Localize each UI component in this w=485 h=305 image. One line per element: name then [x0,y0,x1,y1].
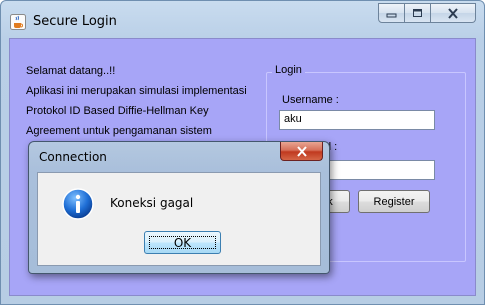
connection-dialog: Connection Koneksi gagal OK [28,141,330,274]
close-icon [296,145,307,157]
ok-button[interactable]: OK [144,231,221,254]
minimize-icon [386,13,397,17]
welcome-text-line-2: Protokol ID Based Diffie-Hellman Key [26,105,209,117]
welcome-text-line-3: Agreement untuk pengamanan sistem [26,125,212,137]
welcome-heading: Selamat datang..!! [26,65,116,77]
close-icon [448,7,458,19]
dialog-title: Connection [39,150,107,164]
username-input[interactable]: aku [279,110,435,130]
minimize-button[interactable] [378,3,405,23]
register-button[interactable]: Register [358,190,430,213]
title-bar[interactable]: Secure Login [1,1,484,37]
maximize-icon [413,9,422,17]
window-title: Secure Login [33,14,117,29]
caption-buttons [378,3,476,23]
welcome-text-line-1: Aplikasi ini merupakan simulasi implemen… [26,85,247,97]
maximize-button[interactable] [405,3,431,23]
dialog-body: Koneksi gagal OK [37,172,321,266]
focus-ring [149,236,216,249]
dialog-message: Koneksi gagal [110,196,194,210]
info-icon [62,188,94,220]
dialog-close-button[interactable] [280,142,323,161]
login-legend: Login [272,64,305,76]
close-button[interactable] [431,3,476,23]
username-label: Username : [282,94,339,106]
register-button-label: Register [373,195,415,208]
java-cup-icon [10,14,26,30]
